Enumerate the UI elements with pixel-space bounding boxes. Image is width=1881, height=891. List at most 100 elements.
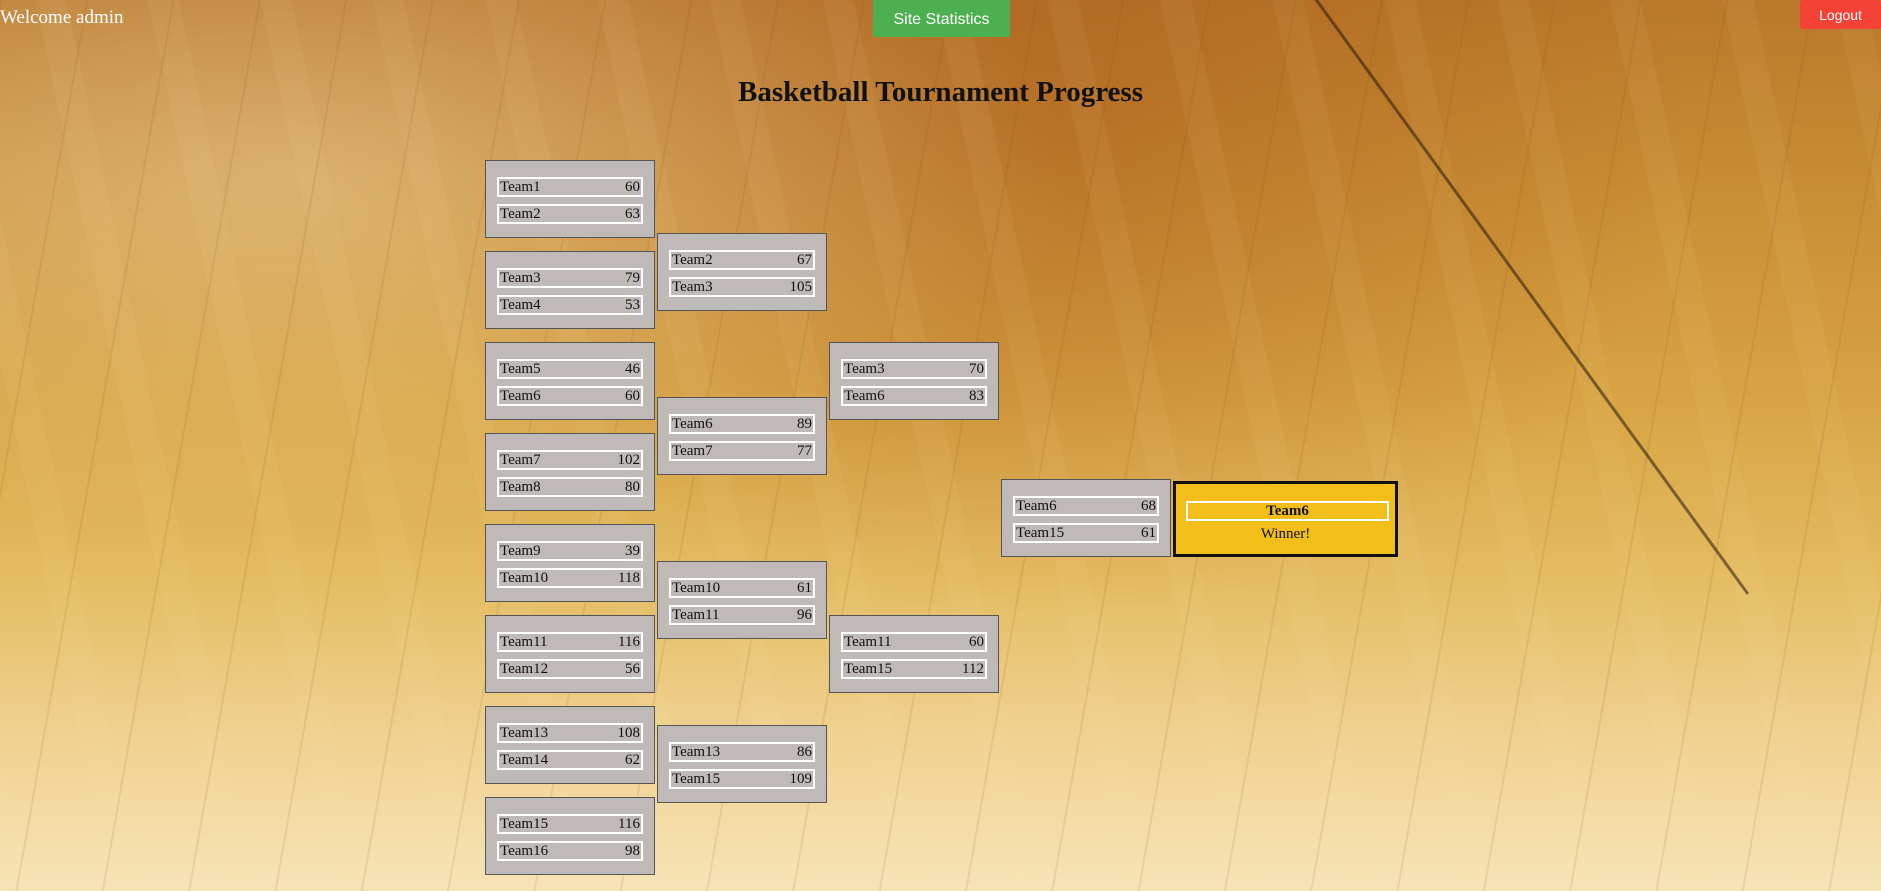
team-score: 61 — [797, 580, 812, 596]
team-score: 70 — [969, 361, 984, 377]
team-name: Team2 — [672, 252, 713, 268]
team-score: 60 — [625, 388, 640, 404]
team-row: Team13 86 — [669, 742, 815, 762]
team-row: Team8 80 — [497, 477, 643, 497]
team-name: Team2 — [500, 206, 541, 222]
team-score: 63 — [625, 206, 640, 222]
team-score: 53 — [625, 297, 640, 313]
site-statistics-button[interactable]: Site Statistics — [873, 0, 1010, 37]
page-title: Basketball Tournament Progress — [738, 76, 1143, 108]
team-score: 39 — [625, 543, 640, 559]
team-row: Team10 118 — [497, 568, 643, 588]
team-row: Team6 60 — [497, 386, 643, 406]
team-name: Team5 — [500, 361, 541, 377]
team-name: Team11 — [844, 634, 892, 650]
winner-label: Winner! — [1260, 526, 1311, 542]
team-name: Team6 — [844, 388, 885, 404]
team-name: Team12 — [500, 661, 549, 677]
team-score: 105 — [789, 279, 813, 295]
team-score: 46 — [625, 361, 640, 377]
team-score: 108 — [617, 725, 641, 741]
team-name: Team16 — [500, 843, 549, 859]
winner-box: Team6 Winner! — [1173, 481, 1398, 557]
team-name: Team6 — [500, 388, 541, 404]
team-row: Team4 53 — [497, 295, 643, 315]
team-row: Team15 61 — [1013, 523, 1159, 543]
team-row: Team14 62 — [497, 750, 643, 770]
team-row: Team16 98 — [497, 841, 643, 861]
round3-match-1: Team3 70 Team6 83 — [829, 342, 999, 420]
team-score: 83 — [969, 388, 984, 404]
team-score: 79 — [625, 270, 640, 286]
team-name: Team15 — [672, 771, 721, 787]
team-score: 77 — [797, 443, 812, 459]
round1-match-1: Team1 60 Team2 63 — [485, 160, 655, 238]
champion-name: Team6 — [1186, 501, 1389, 521]
round2-match-4: Team13 86 Team15 109 — [657, 725, 827, 803]
team-row: Team13 108 — [497, 723, 643, 743]
team-row: Team15 109 — [669, 769, 815, 789]
team-row: Team10 61 — [669, 578, 815, 598]
team-name: Team9 — [500, 543, 541, 559]
team-score: 67 — [797, 252, 812, 268]
round2-match-3: Team10 61 Team11 96 — [657, 561, 827, 639]
welcome-text: Welcome admin — [0, 7, 124, 28]
team-score: 60 — [969, 634, 984, 650]
team-row: Team6 89 — [669, 414, 815, 434]
team-row: Team6 83 — [841, 386, 987, 406]
team-name: Team7 — [500, 452, 541, 468]
team-name: Team13 — [672, 744, 721, 760]
team-score: 62 — [625, 752, 640, 768]
team-name: Team15 — [1016, 525, 1065, 541]
team-row: Team2 67 — [669, 250, 815, 270]
team-row: Team9 39 — [497, 541, 643, 561]
round2-match-1: Team2 67 Team3 105 — [657, 233, 827, 311]
team-score: 60 — [625, 179, 640, 195]
team-name: Team6 — [1016, 498, 1057, 514]
team-name: Team13 — [500, 725, 549, 741]
team-row: Team15 116 — [497, 814, 643, 834]
team-score: 109 — [789, 771, 813, 787]
team-name: Team15 — [844, 661, 893, 677]
team-score: 61 — [1141, 525, 1156, 541]
team-row: Team7 77 — [669, 441, 815, 461]
team-score: 116 — [618, 816, 640, 832]
team-score: 102 — [617, 452, 641, 468]
logout-button[interactable]: Logout — [1800, 0, 1881, 29]
team-name: Team11 — [672, 607, 720, 623]
round3-match-2: Team11 60 Team15 112 — [829, 615, 999, 693]
final-match-1: Team6 68 Team15 61 — [1001, 479, 1171, 557]
team-row: Team11 60 — [841, 632, 987, 652]
team-name: Team10 — [500, 570, 549, 586]
team-name: Team3 — [500, 270, 541, 286]
team-row: Team15 112 — [841, 659, 987, 679]
team-score: 112 — [962, 661, 984, 677]
round2-match-2: Team6 89 Team7 77 — [657, 397, 827, 475]
team-row: Team5 46 — [497, 359, 643, 379]
round1-match-3: Team5 46 Team6 60 — [485, 342, 655, 420]
team-row: Team3 70 — [841, 359, 987, 379]
team-score: 56 — [625, 661, 640, 677]
round1-match-4: Team7 102 Team8 80 — [485, 433, 655, 511]
round1-match-7: Team13 108 Team14 62 — [485, 706, 655, 784]
team-score: 86 — [797, 744, 812, 760]
team-name: Team3 — [844, 361, 885, 377]
team-score: 98 — [625, 843, 640, 859]
team-name: Team14 — [500, 752, 549, 768]
team-score: 80 — [625, 479, 640, 495]
team-name: Team4 — [500, 297, 541, 313]
team-score: 118 — [618, 570, 640, 586]
team-row: Team3 105 — [669, 277, 815, 297]
team-score: 96 — [797, 607, 812, 623]
team-score: 116 — [618, 634, 640, 650]
team-name: Team15 — [500, 816, 549, 832]
team-row: Team12 56 — [497, 659, 643, 679]
round1-match-5: Team9 39 Team10 118 — [485, 524, 655, 602]
team-name: Team10 — [672, 580, 721, 596]
team-row: Team1 60 — [497, 177, 643, 197]
team-name: Team3 — [672, 279, 713, 295]
team-row: Team11 116 — [497, 632, 643, 652]
team-score: 89 — [797, 416, 812, 432]
team-name: Team11 — [500, 634, 548, 650]
team-row: Team6 68 — [1013, 496, 1159, 516]
